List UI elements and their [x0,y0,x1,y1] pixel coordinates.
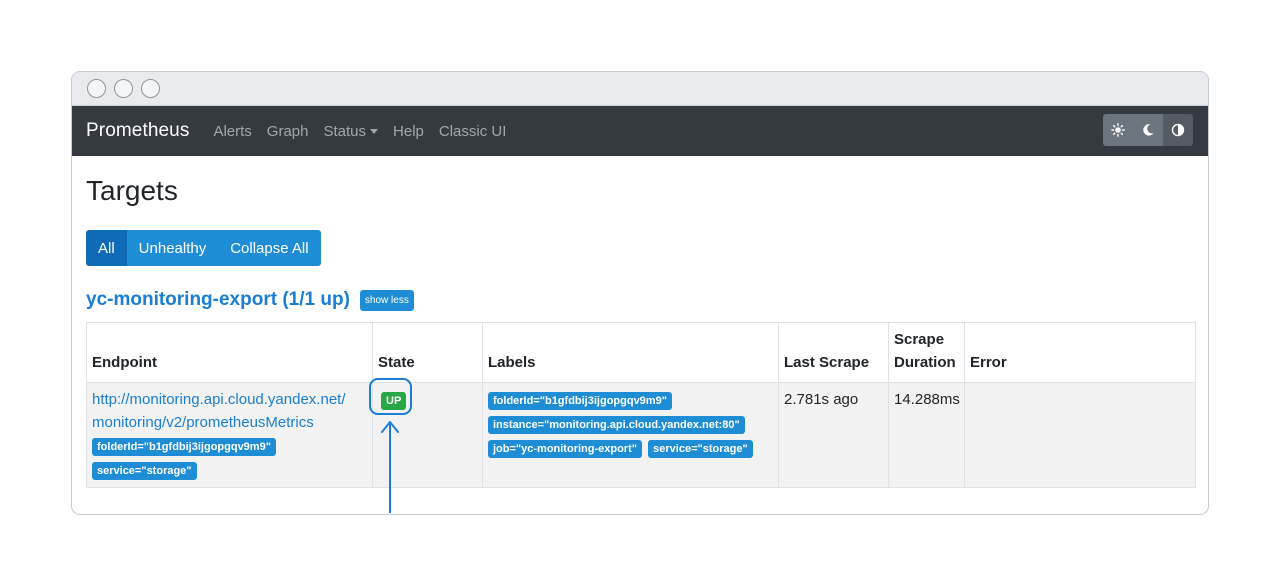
label-badge: instance="monitoring.api.cloud.yandex.ne… [488,416,745,434]
job-title-link[interactable]: yc-monitoring-export (1/1 up) [86,289,350,311]
nav-status-dropdown[interactable]: Status [324,123,379,140]
main-content: Targets All Unhealthy Collapse All yc-mo… [72,156,1208,488]
cell-endpoint: http://monitoring.api.cloud.yandex.net/ … [86,382,373,488]
header-scrape-duration-line1: Scrape [894,331,945,348]
label-badge: job="yc-monitoring-export" [488,440,642,458]
job-header: yc-monitoring-export (1/1 up) show less [86,288,1194,312]
theme-switcher [1103,114,1193,146]
theme-light-button[interactable] [1103,114,1133,146]
header-state: State [372,322,483,383]
state-highlight-ring [369,378,412,415]
filter-unhealthy-button[interactable]: Unhealthy [126,230,219,266]
targets-table: Endpoint State Labels Last Scrape Scrape… [86,322,1196,488]
nav-status-label: Status [323,122,367,140]
theme-auto-button[interactable] [1163,114,1193,146]
table-header-row: Endpoint State Labels Last Scrape Scrape… [86,322,1196,383]
nav-help[interactable]: Help [393,123,424,140]
header-scrape-duration: Scrape Duration [888,322,965,383]
half-circle-icon [1171,123,1185,137]
header-scrape-duration-line2: Duration [894,354,956,371]
brand-prometheus[interactable]: Prometheus [86,120,189,142]
cell-scrape-duration: 14.288ms [888,382,965,488]
top-navbar: Prometheus Alerts Graph Status Help Clas… [72,106,1208,156]
cell-last-scrape: 2.781s ago [778,382,889,488]
target-filter-group: All Unhealthy Collapse All [86,230,321,266]
header-endpoint: Endpoint [86,322,373,383]
table-row: http://monitoring.api.cloud.yandex.net/ … [86,382,1196,488]
sun-icon [1111,123,1125,137]
endpoint-url-line2: monitoring/v2/prometheusMetrics [92,414,314,431]
nav-graph[interactable]: Graph [267,123,309,140]
cell-labels: folderId="b1gfdbij3ijgopgqv9m9" instance… [482,382,779,488]
window-maximize-circle[interactable] [141,79,160,98]
endpoint-param-badge: folderId="b1gfdbij3ijgopgqv9m9" [92,438,276,456]
show-less-button[interactable]: show less [359,289,414,311]
caret-down-icon [370,128,379,134]
label-badge: service="storage" [648,440,753,458]
header-error: Error [964,322,1196,383]
filter-all-button[interactable]: All [86,230,127,266]
moon-icon [1143,124,1154,136]
page-title: Targets [86,175,178,206]
browser-window: Prometheus Alerts Graph Status Help Clas… [71,71,1209,515]
collapse-all-button[interactable]: Collapse All [218,230,321,266]
window-close-circle[interactable] [87,79,106,98]
theme-dark-button[interactable] [1133,114,1163,146]
endpoint-url-line1: http://monitoring.api.cloud.yandex.net/ [92,391,346,408]
endpoint-link[interactable]: http://monitoring.api.cloud.yandex.net/ … [92,388,367,434]
nav-classic-ui[interactable]: Classic UI [439,123,507,140]
endpoint-param-badge: service="storage" [92,462,197,480]
window-titlebar [72,72,1208,106]
header-last-scrape: Last Scrape [778,322,889,383]
window-minimize-circle[interactable] [114,79,133,98]
header-labels: Labels [482,322,779,383]
cell-error [964,382,1196,488]
label-badge: folderId="b1gfdbij3ijgopgqv9m9" [488,392,672,410]
nav-alerts[interactable]: Alerts [213,123,251,140]
